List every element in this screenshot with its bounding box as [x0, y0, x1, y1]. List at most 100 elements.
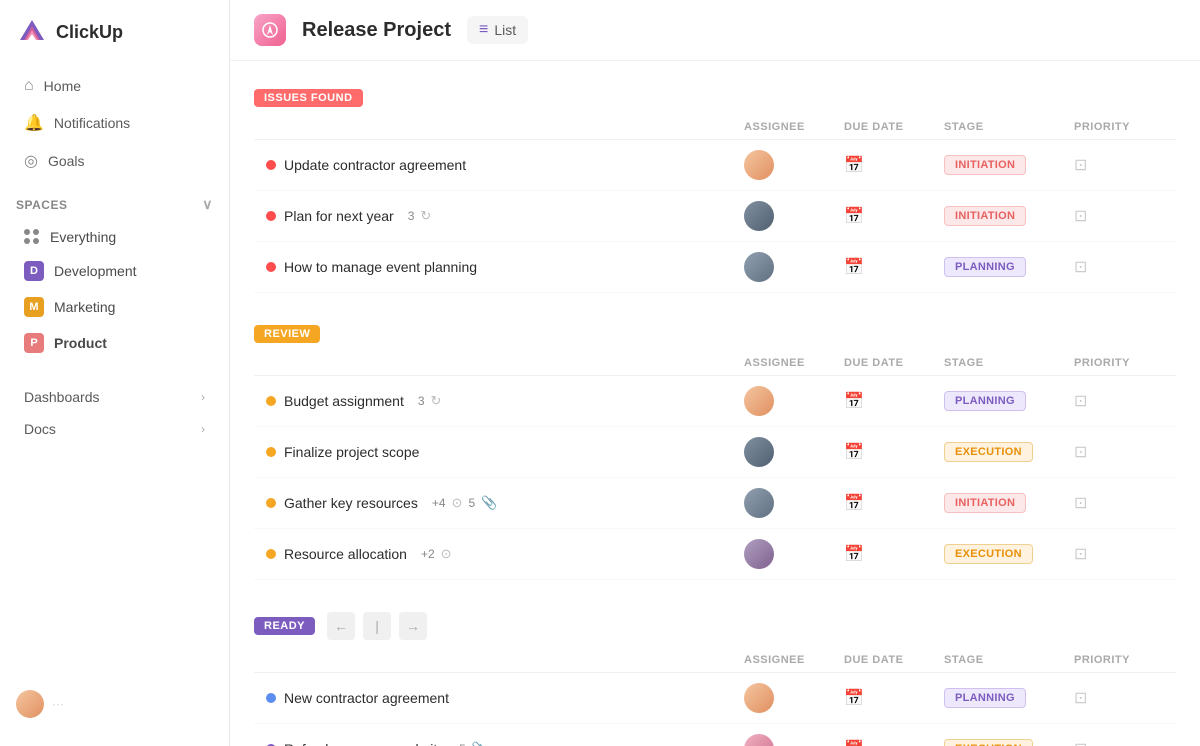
control-btn-2[interactable]: | [363, 612, 391, 640]
task-stage: EXECUTION [944, 442, 1074, 462]
priority-icon: ⊡ [1074, 208, 1087, 225]
product-dot: P [24, 333, 44, 353]
stage-col-header: STAGE [944, 121, 1074, 133]
table-row[interactable]: Refresh company website 5 📎 📅 EXECUTION … [254, 724, 1176, 746]
task-stage: INITIATION [944, 493, 1074, 513]
table-row[interactable]: Plan for next year 3 ↻ 📅 INITIATION ⊡ [254, 191, 1176, 242]
task-stage: INITIATION [944, 206, 1074, 226]
task-assignee [744, 488, 844, 518]
ready-badge: READY [254, 617, 315, 635]
control-btn-3[interactable]: → [399, 612, 427, 640]
stage-badge: PLANNING [944, 391, 1026, 411]
task-text: Update contractor agreement [284, 157, 466, 173]
duedate-col-header: DUE DATE [844, 121, 944, 133]
sidebar-goals-label: Goals [48, 153, 85, 169]
sidebar-marketing-label: Marketing [54, 299, 115, 315]
user-status-icon: ··· [52, 697, 64, 711]
project-title: Release Project [302, 19, 451, 42]
assignee-col-header: ASSIGNEE [744, 357, 844, 369]
task-assignee [744, 683, 844, 713]
task-duedate: 📅 [844, 739, 944, 746]
priority-icon: ⊡ [1074, 157, 1087, 174]
table-row[interactable]: Budget assignment 3 ↻ 📅 PLANNING ⊡ [254, 376, 1176, 427]
sidebar-item-docs[interactable]: Docs › [8, 409, 221, 441]
avatar [744, 437, 774, 467]
calendar-icon: 📅 [844, 393, 864, 410]
task-assignee [744, 252, 844, 282]
section-controls: ← | → [327, 612, 427, 640]
sidebar-item-notifications[interactable]: 🔔 Notifications [8, 104, 221, 142]
sidebar-item-marketing[interactable]: M Marketing [8, 289, 221, 325]
development-dot: D [24, 261, 44, 281]
list-icon: ≡ [479, 21, 488, 39]
task-dot-red [266, 211, 276, 221]
task-meta: 5 📎 [459, 741, 488, 746]
sidebar: ClickUp ⌂ Home 🔔 Notifications ◎ Goals S… [0, 0, 230, 746]
docs-chevron-icon: › [201, 422, 205, 436]
sidebar-product-label: Product [54, 335, 107, 351]
sidebar-item-home[interactable]: ⌂ Home [8, 68, 221, 104]
calendar-icon: 📅 [844, 208, 864, 225]
marketing-dot: M [24, 297, 44, 317]
control-btn-1[interactable]: ← [327, 612, 355, 640]
task-stage: PLANNING [944, 688, 1074, 708]
sidebar-item-product[interactable]: P Product [8, 325, 221, 361]
task-dot-yellow [266, 498, 276, 508]
avatar [744, 683, 774, 713]
table-row[interactable]: Gather key resources +4 ⊙ 5 📎 📅 INITIATI… [254, 478, 1176, 529]
priority-col-header: PRIORITY [1074, 357, 1164, 369]
avatar [744, 539, 774, 569]
task-assignee [744, 150, 844, 180]
task-assignee [744, 201, 844, 231]
stage-badge: INITIATION [944, 493, 1026, 513]
sidebar-item-goals[interactable]: ◎ Goals [8, 142, 221, 180]
task-meta: 3 ↻ [418, 393, 442, 409]
content-area: ISSUES FOUND ASSIGNEE DUE DATE STAGE PRI… [230, 61, 1200, 746]
review-badge: REVIEW [254, 325, 320, 343]
priority-col-header: PRIORITY [1074, 654, 1164, 666]
everything-icon [24, 229, 40, 245]
avatar [744, 252, 774, 282]
calendar-icon: 📅 [844, 495, 864, 512]
task-duedate: 📅 [844, 155, 944, 175]
sidebar-development-label: Development [54, 263, 137, 279]
sidebar-item-development[interactable]: D Development [8, 253, 221, 289]
calendar-icon: 📅 [844, 259, 864, 276]
priority-icon: ⊡ [1074, 495, 1087, 512]
task-priority: ⊡ [1074, 688, 1164, 708]
section-ready-header: READY ← | → [254, 604, 1176, 648]
calendar-icon: 📅 [844, 546, 864, 563]
task-name: Gather key resources +4 ⊙ 5 📎 [266, 495, 744, 511]
task-name: New contractor agreement [266, 690, 744, 706]
dashboards-chevron-icon: › [201, 390, 205, 404]
table-row[interactable]: Finalize project scope 📅 EXECUTION ⊡ [254, 427, 1176, 478]
clickup-logo-icon [16, 16, 48, 48]
task-priority: ⊡ [1074, 257, 1164, 277]
task-name: Plan for next year 3 ↻ [266, 208, 744, 224]
user-avatar-area[interactable]: ··· [0, 678, 229, 730]
stage-badge: PLANNING [944, 257, 1026, 277]
task-dot-blue [266, 693, 276, 703]
table-row[interactable]: Update contractor agreement 📅 INITIATION… [254, 140, 1176, 191]
bell-icon: 🔔 [24, 113, 44, 133]
task-name: Update contractor agreement [266, 157, 744, 173]
sidebar-item-everything[interactable]: Everything [8, 221, 221, 253]
stage-badge: EXECUTION [944, 544, 1033, 564]
task-assignee [744, 539, 844, 569]
table-row[interactable]: New contractor agreement 📅 PLANNING ⊡ [254, 673, 1176, 724]
table-row[interactable]: How to manage event planning 📅 PLANNING … [254, 242, 1176, 293]
table-row[interactable]: Resource allocation +2 ⊙ 📅 EXECUTION ⊡ [254, 529, 1176, 580]
task-dot-red [266, 160, 276, 170]
list-view-tab[interactable]: ≡ List [467, 16, 528, 44]
project-icon [254, 14, 286, 46]
task-priority: ⊡ [1074, 206, 1164, 226]
task-stage: PLANNING [944, 391, 1074, 411]
task-duedate: 📅 [844, 257, 944, 277]
stage-badge: PLANNING [944, 688, 1026, 708]
task-priority: ⊡ [1074, 155, 1164, 175]
stage-badge: EXECUTION [944, 442, 1033, 462]
task-name: Budget assignment 3 ↻ [266, 393, 744, 409]
sidebar-item-dashboards[interactable]: Dashboards › [8, 377, 221, 409]
task-stage: EXECUTION [944, 544, 1074, 564]
refresh-icon: ↻ [431, 393, 442, 409]
